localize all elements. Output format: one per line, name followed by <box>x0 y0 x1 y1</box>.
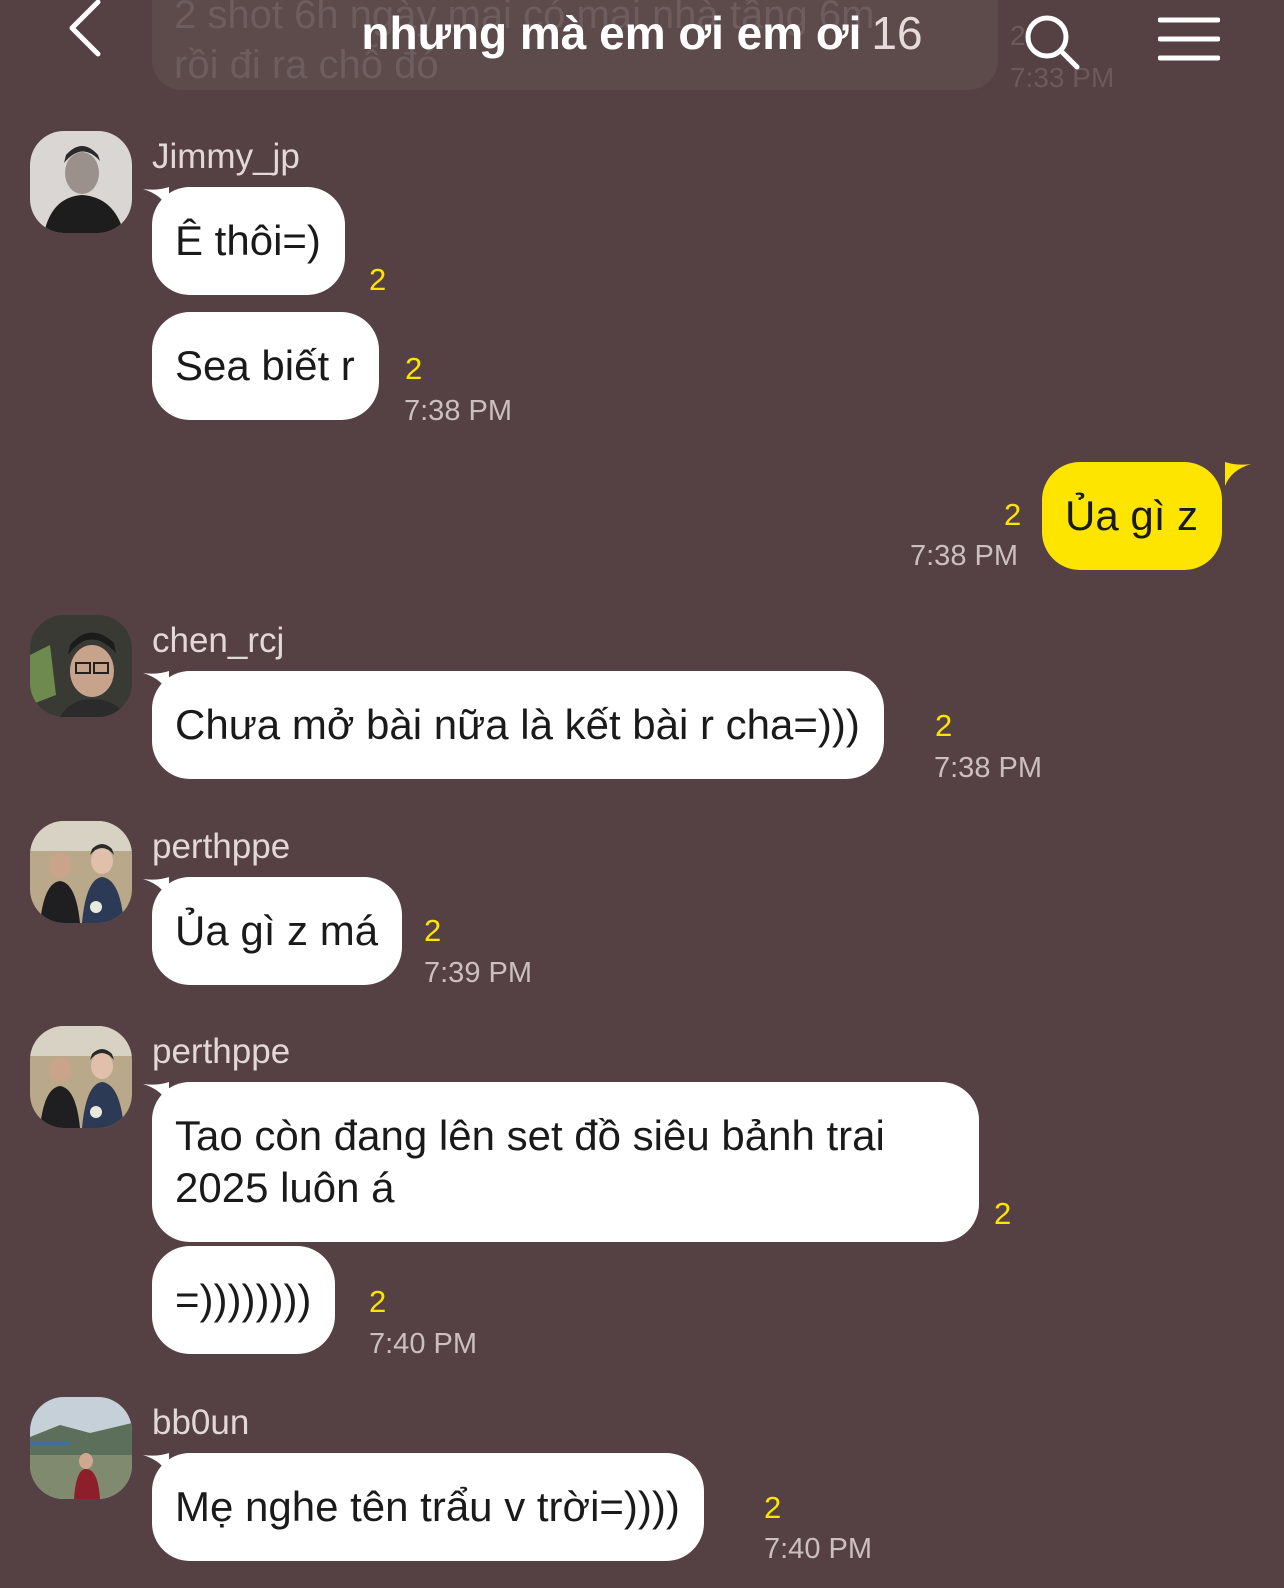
message-time: 7:40 PM <box>764 1533 872 1565</box>
chat-header: 2 shot 6h ngày mai có mai nhà tầng 6m rồ… <box>0 0 1284 110</box>
message-bubble[interactable]: Ê thôi=) <box>152 187 345 295</box>
message-time: 7:39 PM <box>424 957 532 989</box>
message-time: 7:38 PM <box>910 540 1018 572</box>
chat-title: nhưng mà em ơi em ơi 16 <box>0 6 1284 60</box>
my-message-bubble[interactable]: Ủa gì z <box>1042 462 1223 570</box>
bubble-tail <box>1225 462 1251 486</box>
message-time: 7:38 PM <box>404 395 512 427</box>
avatar-perthppe[interactable] <box>30 821 132 923</box>
message-line: Tao còn đang lên set đồ siêu bảnh trai <box>175 1112 885 1159</box>
chat-title-text: nhưng mà em ơi em ơi <box>361 7 862 59</box>
menu-icon[interactable] <box>1158 16 1220 62</box>
message-bubble[interactable]: Tao còn đang lên set đồ siêu bảnh trai 2… <box>152 1082 979 1242</box>
unread-count: 2 <box>424 913 442 948</box>
search-icon[interactable] <box>1022 12 1082 72</box>
unread-count: 2 <box>935 708 953 743</box>
message-bubble[interactable]: Chưa mở bài nữa là kết bài r cha=))) <box>152 671 884 779</box>
unread-count: 2 <box>994 1196 1012 1231</box>
message-bubble[interactable]: Sea biết r <box>152 312 379 420</box>
message-time: 7:38 PM <box>934 752 1042 784</box>
sender-name: bb0un <box>152 1403 250 1442</box>
message-line: 2025 luôn á <box>175 1164 395 1211</box>
message-bubble[interactable]: =)))))))) <box>152 1246 336 1354</box>
unread-count: 2 <box>1004 497 1022 532</box>
unread-count: 2 <box>764 1490 782 1525</box>
message-bubble[interactable]: Mẹ nghe tên trẩu v trời=)))) <box>152 1453 704 1561</box>
avatar-jimmy-jp[interactable] <box>30 131 132 233</box>
sender-name: chen_rcj <box>152 621 285 660</box>
sender-name: perthppe <box>152 827 291 866</box>
member-count: 16 <box>871 7 923 59</box>
avatar-bb0un[interactable] <box>30 1397 132 1499</box>
unread-count: 2 <box>405 351 423 386</box>
sender-name: Jimmy_jp <box>152 137 300 176</box>
avatar-perthppe[interactable] <box>30 1026 132 1128</box>
avatar-chen-rcj[interactable] <box>30 615 132 717</box>
message-bubble[interactable]: Ủa gì z má <box>152 877 403 985</box>
unread-count: 2 <box>369 1284 387 1319</box>
sender-name: perthppe <box>152 1032 291 1071</box>
message-time: 7:40 PM <box>369 1328 477 1360</box>
unread-count: 2 <box>369 262 387 297</box>
